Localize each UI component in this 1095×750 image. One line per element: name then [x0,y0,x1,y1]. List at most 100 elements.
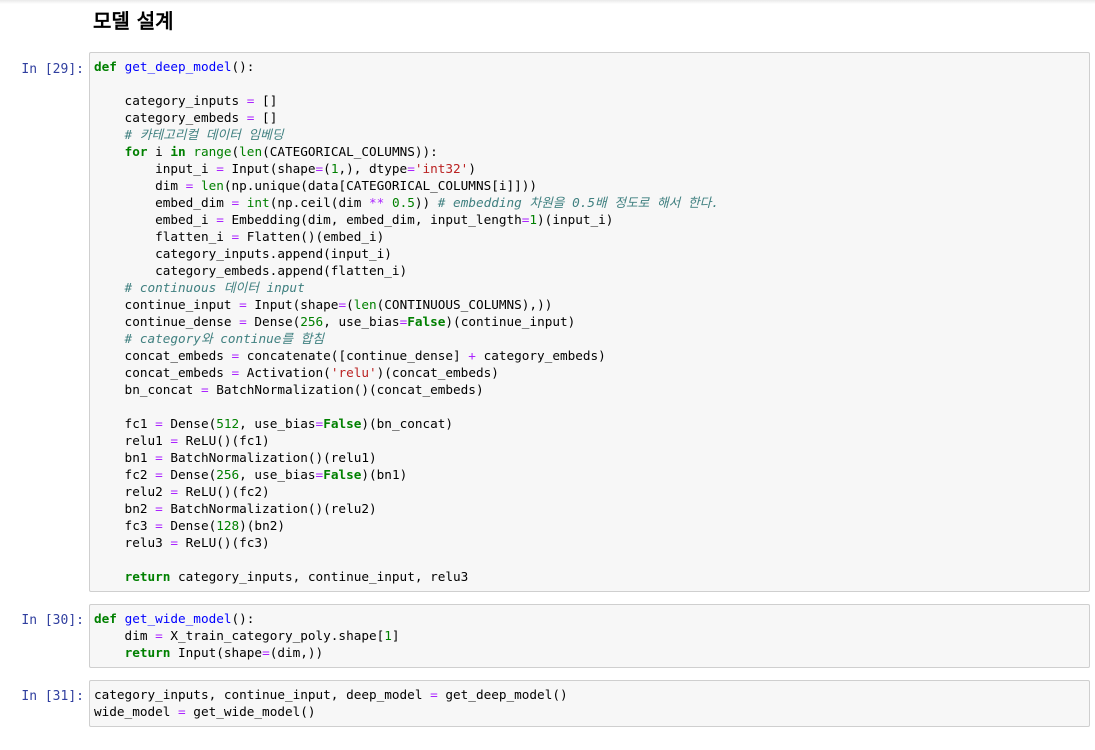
code-token: ReLU()(fc2) [178,484,270,499]
code-token: # 카테고리컬 데이터 임베딩 [94,127,284,142]
code-token: wide_model [94,704,179,719]
code-token: concatenate([continue_dense] [239,348,469,363]
code-token: category_inputs [94,93,247,108]
code-token: # embedding 차원을 0.5배 정도로 해서 한다. [437,195,719,210]
code-token: relu3 [94,535,171,550]
code-token: len [353,297,377,312]
code-line: def get_wide_model(): [94,610,400,627]
code-token: int [246,195,270,210]
code-line: flatten_i = Flatten()(embed_i) [94,228,719,245]
code-token: )(bn2) [239,518,285,533]
code-line: category_inputs.append(input_i) [94,245,719,262]
code-token: = [262,645,270,660]
code-token: relu1 [94,433,171,448]
code-token: range [193,144,232,159]
code-token: )) [414,195,438,210]
code-token: = [231,195,240,210]
code-token: category_embeds) [475,348,606,363]
code-editor[interactable]: def get_deep_model(): category_inputs = … [94,58,719,585]
code-token: Flatten()(embed_i) [239,229,385,244]
code-line: input_i = Input(shape=(1,), dtype='int32… [94,160,719,177]
code-token: get_wide_model [124,611,232,626]
code-token: concat_embeds [94,365,232,380]
code-line: # 카테고리컬 데이터 임베딩 [94,126,719,143]
code-line: embed_dim = int(np.ceil(dim ** 0.5)) # e… [94,194,719,211]
code-line: for i in range(len(CATEGORICAL_COLUMNS))… [94,143,719,160]
code-token: [] [254,93,278,108]
code-token: = [430,687,438,702]
code-token: fc2 [94,467,156,482]
code-token: continue_input [94,297,240,312]
code-token: ) [468,161,476,176]
code-token: = [155,467,163,482]
code-token: [] [254,110,278,125]
code-token: = [155,450,163,465]
code-line: category_inputs = [] [94,92,719,109]
code-line: return Input(shape=(dim,)) [94,644,400,661]
code-token: def [94,611,117,626]
code-editor[interactable]: category_inputs, continue_input, deep_mo… [94,686,568,720]
code-token: )(bn_concat) [361,416,454,431]
code-token: 0.5 [391,195,415,210]
code-token: bn_concat [94,382,201,397]
code-token: False [323,416,362,431]
code-token: = [216,212,224,227]
code-input-area[interactable]: category_inputs, continue_input, deep_mo… [89,680,1090,727]
code-token: (): [231,59,255,74]
code-token: 512 [216,416,240,431]
code-token: , use_bias [239,467,316,482]
code-token: get_wide_model() [185,704,316,719]
section-heading: 모델 설계 [93,9,174,33]
code-token: = [170,433,179,448]
cell-prompt: In [31]: [21,689,84,704]
code-token: = [170,535,179,550]
code-line: dim = X_train_category_poly.shape[1] [94,627,400,644]
code-token: fc1 [94,416,156,431]
code-token: 1 [529,212,538,227]
code-token: = [231,365,240,380]
code-token: False [323,467,362,482]
code-line: fc1 = Dense(512, use_bias=False)(bn_conc… [94,415,719,432]
code-line: wide_model = get_wide_model() [94,703,568,720]
code-token: False [407,314,446,329]
code-line: # continuous 데이터 input [94,279,719,296]
code-editor[interactable]: def get_wide_model(): dim = X_train_cate… [94,610,400,661]
code-token: (dim,)) [269,645,324,660]
code-token: ReLU()(fc3) [178,535,270,550]
code-line: fc3 = Dense(128)(bn2) [94,517,719,534]
code-token: = [231,229,240,244]
code-token: = [338,297,347,312]
code-token: Dense( [162,416,217,431]
code-token: get_deep_model [124,59,232,74]
code-line: fc2 = Dense(256, use_bias=False)(bn1) [94,466,719,483]
code-token: # continuous 데이터 input [94,280,305,295]
code-token: continue_dense [94,314,240,329]
code-token: category_embeds.append(flatten_i) [94,263,408,278]
code-input-area[interactable]: def get_deep_model(): category_inputs = … [89,52,1090,592]
code-token: 256 [216,467,240,482]
code-token: = [155,416,163,431]
code-line: category_embeds.append(flatten_i) [94,262,719,279]
code-token: = [155,628,163,643]
code-line: embed_i = Embedding(dim, embed_dim, inpu… [94,211,719,228]
code-input-area[interactable]: def get_wide_model(): dim = X_train_cate… [89,604,1090,668]
code-token: category_embeds [94,110,247,125]
code-token: )(continue_input) [445,314,576,329]
cell-prompt: In [30]: [21,613,84,628]
code-token: ,), dtype [338,161,408,176]
code-token: = [200,382,209,397]
code-token: Embedding(dim, embed_dim, input_length [223,212,522,227]
code-token: = [155,518,163,533]
code-token: embed_dim [94,195,232,210]
code-token: = [239,297,247,312]
code-token: return [124,569,171,584]
code-token: dim [94,628,156,643]
code-line: relu2 = ReLU()(fc2) [94,483,719,500]
